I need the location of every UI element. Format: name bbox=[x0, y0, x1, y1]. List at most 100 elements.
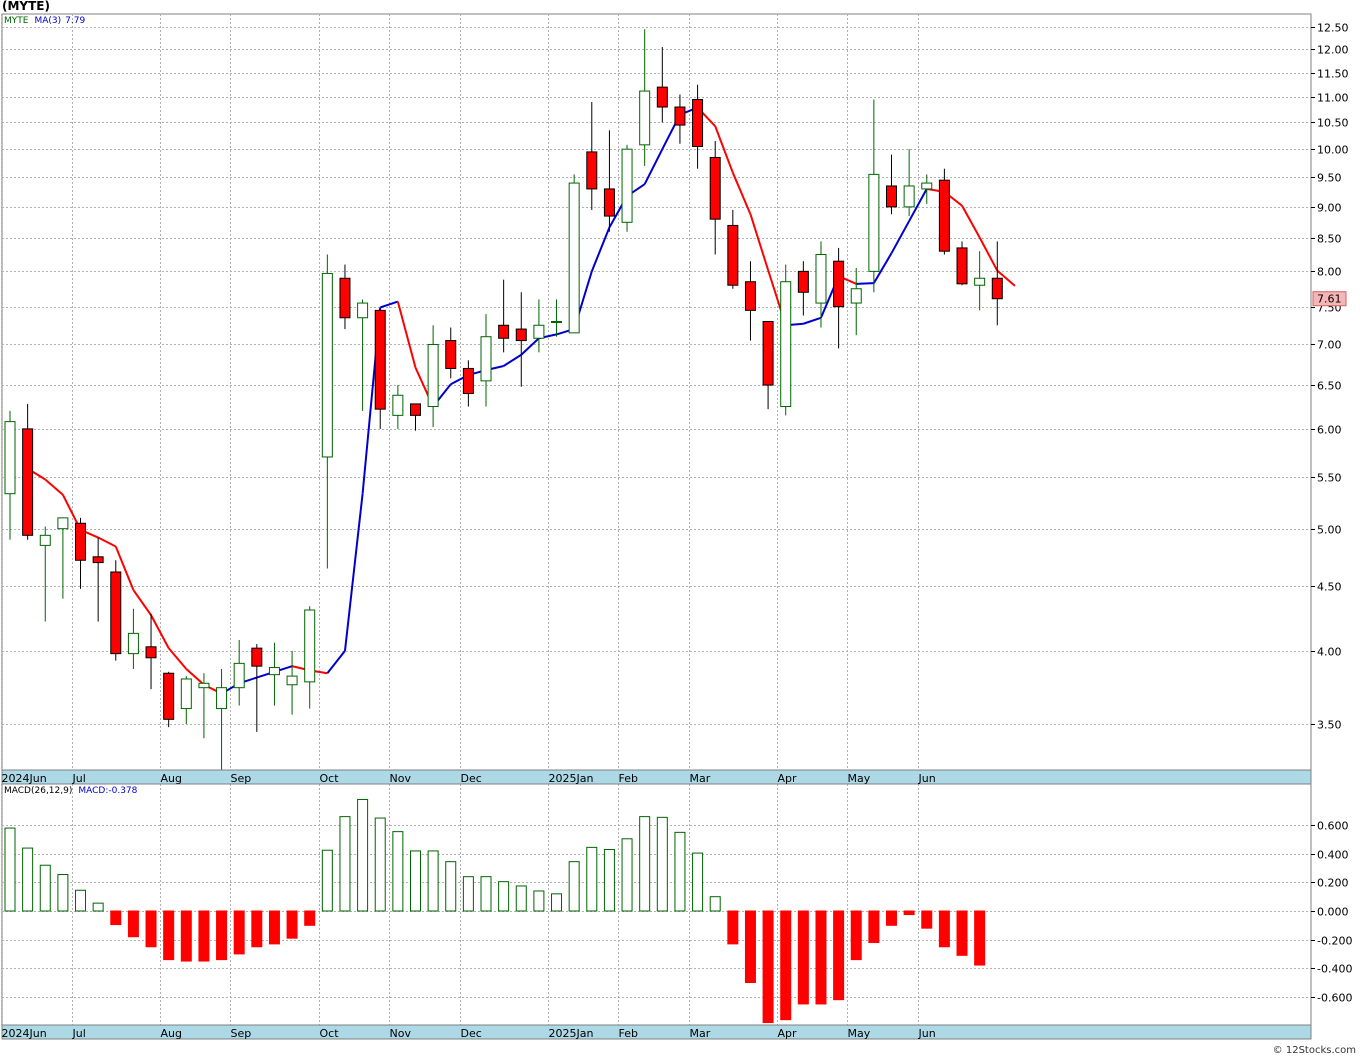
macd-bar bbox=[374, 817, 386, 912]
macd-legend: MACD(26,12,9) MACD:-0.378 bbox=[4, 786, 143, 796]
legend-ma-value: 7.79 bbox=[65, 16, 86, 26]
macd-bar bbox=[727, 910, 739, 945]
date-label: May bbox=[848, 1027, 871, 1040]
date-label: Dec bbox=[461, 1027, 482, 1040]
candle bbox=[938, 168, 950, 255]
date-label: Aug bbox=[161, 772, 182, 785]
date-label: Jun bbox=[918, 772, 936, 785]
macd-bar bbox=[956, 910, 968, 956]
price-tick-label: 11.00 bbox=[1317, 92, 1349, 105]
candle-body bbox=[727, 224, 739, 286]
macd-bar bbox=[392, 831, 404, 912]
macd-bar bbox=[621, 838, 633, 912]
price-tick-label: 4.00 bbox=[1317, 646, 1342, 659]
macd-legend-label: MACD(26,12,9) bbox=[4, 786, 73, 796]
macd-bar bbox=[568, 861, 580, 912]
date-label: Nov bbox=[390, 772, 412, 785]
candle-body bbox=[850, 288, 862, 304]
date-label: Mar bbox=[690, 772, 711, 785]
candle-body bbox=[762, 320, 774, 386]
macd-bar bbox=[551, 893, 563, 912]
candle-body bbox=[886, 185, 897, 208]
candle bbox=[621, 144, 633, 232]
macd-bar bbox=[427, 850, 439, 912]
macd-bar bbox=[480, 876, 492, 912]
macd-bar bbox=[180, 910, 192, 962]
macd-bar bbox=[639, 816, 651, 912]
candle-body bbox=[568, 182, 580, 334]
macd-bar bbox=[533, 890, 545, 912]
candle-body bbox=[110, 571, 122, 655]
price-date-band bbox=[1, 769, 1312, 785]
candle-body bbox=[674, 106, 686, 126]
chart-title: (MYTE) bbox=[2, 0, 50, 13]
candle-body bbox=[656, 86, 668, 108]
macd-tick-label: 0.600 bbox=[1317, 820, 1349, 833]
macd-bar bbox=[586, 846, 598, 912]
candle-body bbox=[251, 647, 263, 667]
candle-body bbox=[533, 324, 545, 339]
date-label: 2025Jan bbox=[549, 772, 594, 785]
price-tick-label: 3.50 bbox=[1317, 719, 1342, 732]
candle-body bbox=[498, 324, 510, 339]
candle-body bbox=[445, 340, 457, 369]
macd-bar bbox=[233, 910, 245, 955]
macd-bar bbox=[744, 910, 756, 983]
candle-body bbox=[462, 367, 474, 395]
macd-bar bbox=[145, 910, 157, 948]
macd-bar bbox=[709, 896, 721, 912]
candle-body bbox=[797, 270, 809, 293]
price-tick-label: 4.50 bbox=[1317, 581, 1342, 594]
macd-bar bbox=[357, 798, 369, 912]
candle-body bbox=[392, 394, 404, 416]
macd-tick-label: -0.200 bbox=[1317, 935, 1352, 948]
macd-bar bbox=[304, 910, 316, 926]
price-tick-label: 9.50 bbox=[1317, 172, 1342, 185]
macd-bar bbox=[268, 910, 280, 945]
macd-bar bbox=[762, 910, 774, 1024]
date-label: Mar bbox=[690, 1027, 711, 1040]
macd-bar bbox=[339, 816, 351, 912]
candle-body bbox=[427, 343, 439, 408]
candle-body bbox=[868, 173, 880, 272]
candle bbox=[780, 264, 792, 416]
macd-tick-label: -0.600 bbox=[1317, 992, 1352, 1005]
date-label: 2024Jun bbox=[2, 1027, 47, 1040]
candle-body bbox=[268, 667, 280, 676]
date-label: Jun bbox=[918, 1027, 936, 1040]
date-label: Feb bbox=[619, 772, 638, 785]
date-label: Aug bbox=[161, 1027, 182, 1040]
macd-bar bbox=[462, 876, 474, 912]
macd-bar bbox=[692, 852, 704, 912]
candle-body bbox=[127, 632, 139, 655]
price-tick-label: 6.50 bbox=[1317, 380, 1342, 393]
candle-body bbox=[339, 277, 351, 319]
date-label: 2025Jan bbox=[549, 1027, 594, 1040]
candle-body bbox=[551, 320, 563, 323]
candle-body bbox=[515, 328, 527, 342]
date-label: Sep bbox=[231, 1027, 252, 1040]
date-label: May bbox=[848, 772, 871, 785]
candle-body bbox=[286, 675, 298, 686]
macd-bar bbox=[4, 827, 16, 912]
macd-date-band bbox=[1, 1024, 1312, 1040]
date-label: Oct bbox=[320, 772, 340, 785]
candle bbox=[163, 671, 175, 728]
price-tick-label: 9.00 bbox=[1317, 202, 1342, 215]
candle-body bbox=[180, 678, 192, 710]
candle-body bbox=[709, 156, 721, 220]
candle-body bbox=[744, 281, 756, 311]
macd-bar bbox=[498, 881, 510, 912]
date-label: Dec bbox=[461, 772, 482, 785]
legend-symbol: MYTE bbox=[4, 16, 29, 26]
macd-tick-label: -0.400 bbox=[1317, 963, 1352, 976]
price-tick-label: 5.00 bbox=[1317, 524, 1342, 537]
date-label: Nov bbox=[390, 1027, 412, 1040]
date-label: Sep bbox=[231, 772, 252, 785]
candle-body bbox=[956, 247, 968, 285]
legend-ma-label: MA(3) bbox=[34, 16, 62, 26]
candle-body bbox=[198, 682, 210, 689]
candle-body bbox=[991, 277, 1003, 300]
macd-bar bbox=[921, 910, 933, 929]
candle-body bbox=[357, 302, 369, 319]
